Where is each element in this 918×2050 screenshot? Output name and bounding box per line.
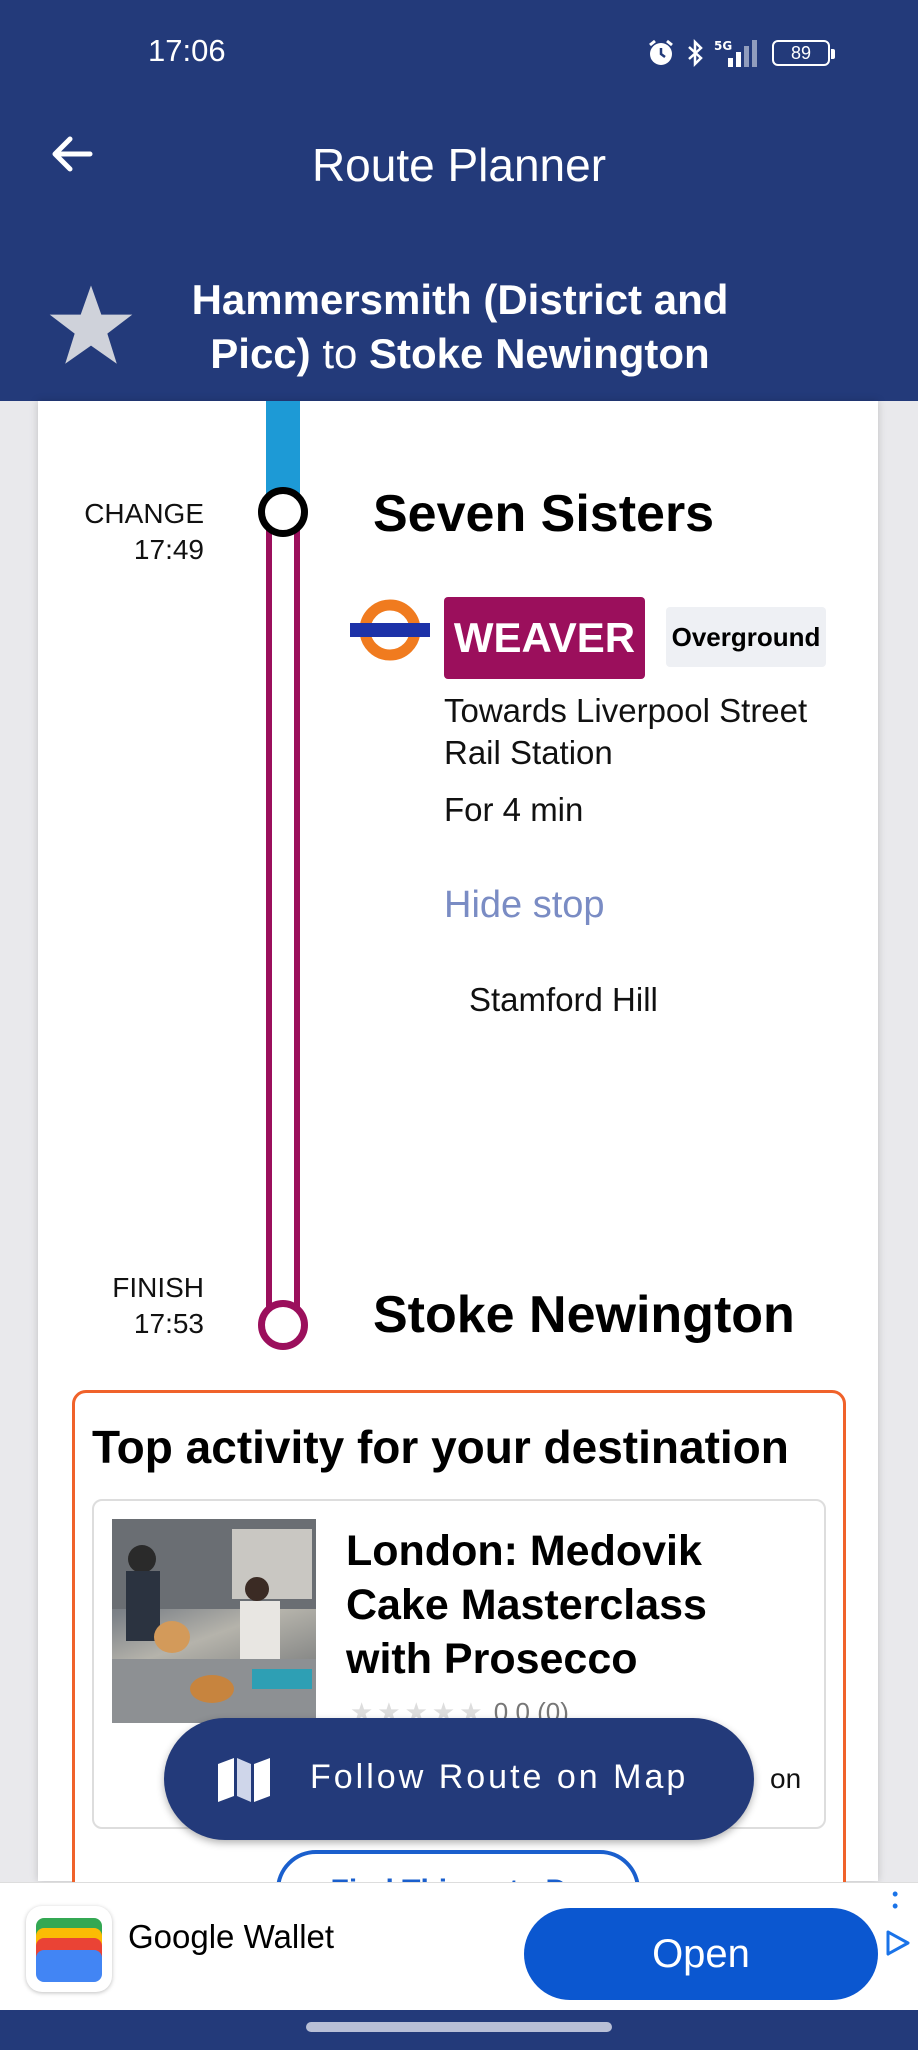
map-icon <box>218 1758 270 1802</box>
leg-duration: For 4 min <box>444 791 584 828</box>
change-time: 17:49 <box>133 534 204 565</box>
route-destination: Stoke Newington <box>369 330 710 377</box>
change-station-name: Seven Sisters <box>373 485 715 543</box>
finish-node <box>258 1300 308 1350</box>
ad-open-button[interactable]: Open <box>524 1908 878 2000</box>
change-node <box>258 487 308 537</box>
hide-stop-button[interactable]: Hide stop <box>444 884 605 927</box>
finish-time-label: FINISH 17:53 <box>44 1270 204 1342</box>
battery-icon: 89 <box>772 40 835 66</box>
towards-text: Towards Liverpool Street Rail Station <box>444 692 808 771</box>
finish-station-name: Stoke Newington <box>373 1286 795 1344</box>
change-time-label: CHANGE 17:49 <box>44 496 204 568</box>
activity-heading: Top activity for your destination <box>92 1421 789 1473</box>
ad-app-name: Google Wallet <box>128 1918 335 1955</box>
weaver-line-segment <box>266 518 300 1310</box>
overground-roundel-icon <box>350 599 430 661</box>
favorite-star-icon[interactable] <box>48 282 134 368</box>
alarm-icon <box>649 39 673 65</box>
ad-menu-icon[interactable]: • • <box>892 1885 902 1915</box>
bluetooth-icon <box>688 38 703 68</box>
home-gesture-handle[interactable] <box>306 2022 612 2032</box>
district-line-segment <box>266 401 300 497</box>
route-connector: to <box>322 330 358 377</box>
adchoices-icon[interactable] <box>882 1928 912 1958</box>
activity-title: London: Medovik Cake Masterclass with Pr… <box>346 1527 707 1683</box>
finish-time: 17:53 <box>133 1308 204 1339</box>
signal-icon: 5G <box>714 39 757 67</box>
finish-label: FINISH <box>112 1272 204 1303</box>
follow-route-button[interactable]: Follow Route on Map <box>164 1718 754 1840</box>
follow-route-label: Follow Route on Map <box>310 1758 689 1796</box>
activity-image <box>112 1519 316 1723</box>
google-wallet-logo-icon <box>26 1906 112 1992</box>
network-type: 5G <box>714 39 732 53</box>
app-header: 17:06 5G 89 Route Planner Hammersmith (D… <box>0 0 918 401</box>
status-icons: 5G 89 <box>646 33 835 73</box>
mode-badge: Overground <box>666 607 826 667</box>
battery-level: 89 <box>790 42 812 63</box>
change-label: CHANGE <box>84 498 204 529</box>
route-title: Hammersmith (District and Picc) to Stoke… <box>150 273 770 381</box>
line-badge: WEAVER <box>444 597 645 679</box>
intermediate-stop: Stamford Hill <box>469 981 658 1018</box>
activity-extra-text: on <box>770 1763 802 1794</box>
page-title: Route Planner <box>311 139 607 191</box>
status-time: 17:06 <box>148 33 226 68</box>
